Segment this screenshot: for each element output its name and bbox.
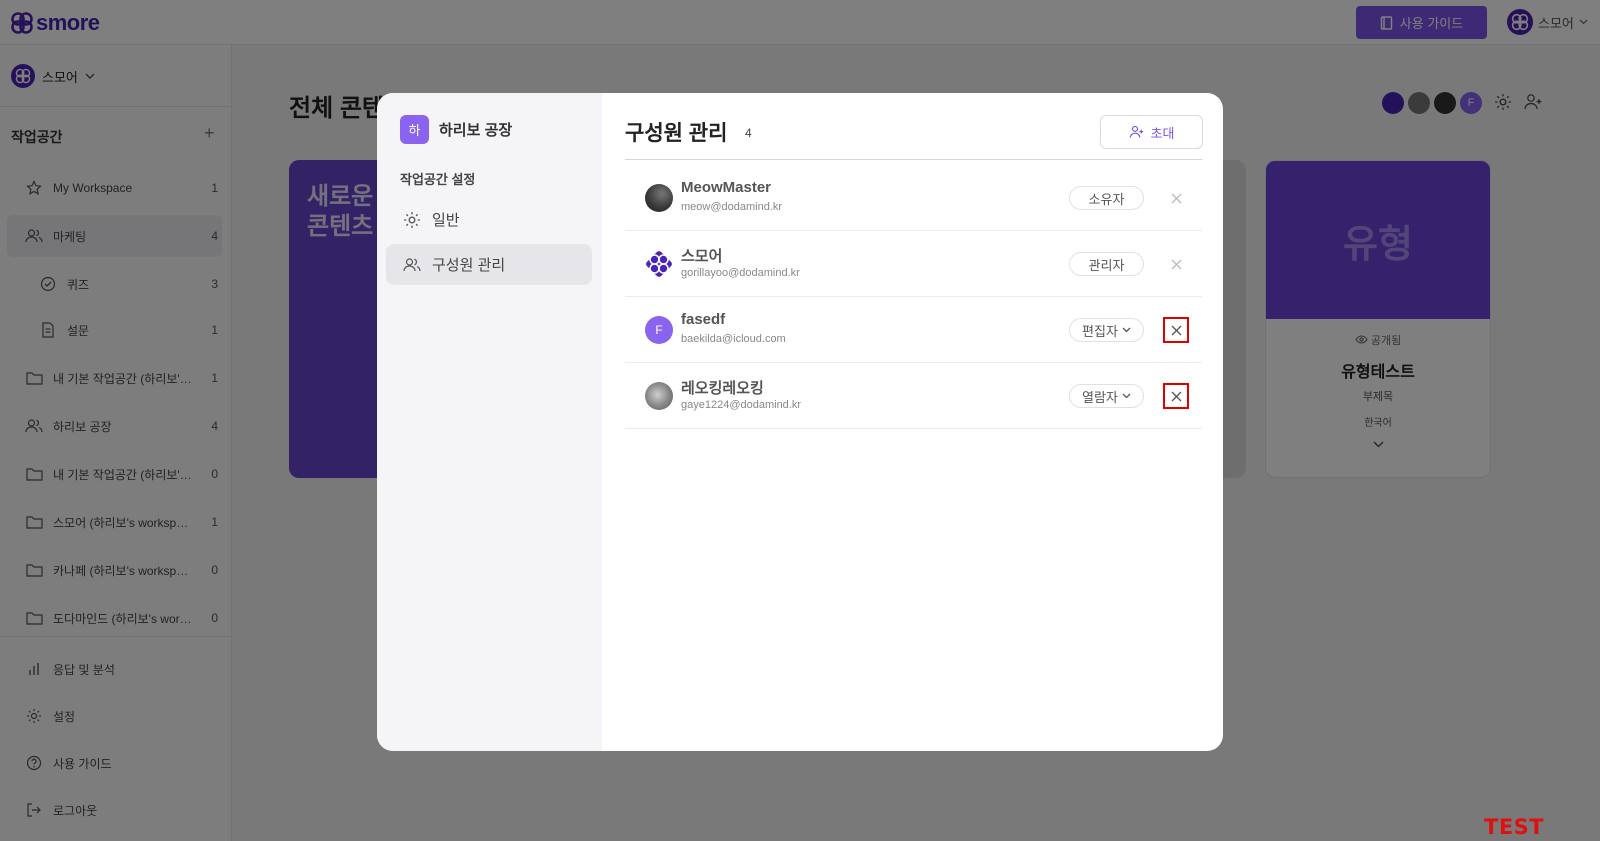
add-user-icon [1129,125,1143,138]
member-row: 스모어 gorillayoo@dodamind.kr 관리자 [625,231,1202,297]
close-icon [1171,325,1181,335]
member-name: 스모어 [681,248,723,265]
member-email: meow@dodamind.kr [681,201,783,213]
invite-label: 초대 [1150,125,1175,141]
nav-general[interactable]: 일반 [386,199,592,240]
workspace-settings-modal: 하 하리보 공장 작업공간 설정 일반 구성원 관리 구성원 관리 4 초대 M… [377,93,1223,751]
member-count: 4 [745,126,752,140]
member-name: MeowMaster [681,179,772,196]
member-row: F fasedf baekilda@icloud.com 편집자 [625,297,1202,363]
remove-member-button [1163,185,1189,211]
test-mode-watermark: TEST MODE [1484,815,1556,841]
modal-workspace-header: 하 하리보 공장 [400,115,512,144]
member-avatar [645,382,673,410]
smore-logo-icon [646,251,672,277]
panel-title: 구성원 관리 [625,122,728,145]
member-name: fasedf [681,311,726,328]
users-icon [403,257,423,273]
settings-section-label: 작업공간 설정 [400,172,476,187]
nav-member-management[interactable]: 구성원 관리 [386,244,592,285]
member-row: MeowMaster meow@dodamind.kr 소유자 [625,165,1202,231]
header-divider [625,159,1202,160]
role-label: 편집자 [1082,323,1118,339]
nav-general-label: 일반 [432,212,460,229]
role-dropdown[interactable]: 열람자 [1069,384,1144,408]
gear-icon [403,211,423,229]
remove-member-button [1163,251,1189,277]
role-dropdown[interactable]: 편집자 [1069,318,1144,342]
remove-member-button[interactable] [1163,317,1189,343]
member-management-panel: 구성원 관리 4 초대 MeowMaster meow@dodamind.kr … [602,93,1223,751]
role-label: 소유자 [1088,191,1125,207]
role-badge: 소유자 [1069,186,1144,210]
role-label: 관리자 [1088,257,1125,273]
nav-member-label: 구성원 관리 [432,257,506,274]
member-avatar [645,184,673,212]
invite-button[interactable]: 초대 [1100,115,1203,149]
member-name: 레오킹레오킹 [681,380,764,397]
modal-sidebar: 하 하리보 공장 작업공간 설정 일반 구성원 관리 [377,93,602,751]
role-label: 열람자 [1082,389,1118,405]
role-badge: 관리자 [1069,252,1144,276]
workspace-name: 하리보 공장 [439,122,513,139]
chevron-down-icon [1122,393,1131,399]
close-icon [1171,391,1181,401]
remove-member-button[interactable] [1163,383,1189,409]
member-row: 레오킹레오킹 gaye1224@dodamind.kr 열람자 [625,363,1202,429]
close-icon [1171,259,1181,269]
member-avatar: F [645,316,673,344]
member-email: gorillayoo@dodamind.kr [681,267,800,279]
member-email: gaye1224@dodamind.kr [681,399,802,411]
member-avatar [645,250,673,278]
chevron-down-icon [1122,327,1131,333]
close-icon [1171,193,1181,203]
workspace-badge: 하 [400,115,429,144]
member-email: baekilda@icloud.com [681,333,786,345]
